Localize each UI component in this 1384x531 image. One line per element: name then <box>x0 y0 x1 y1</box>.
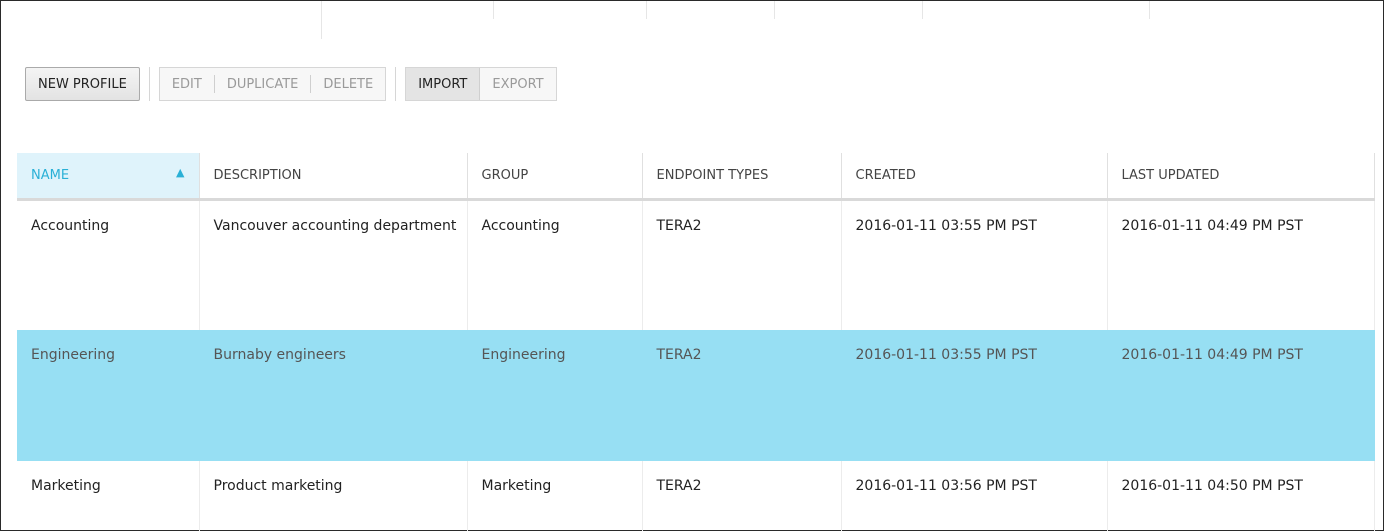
cell-description: Burnaby engineers <box>199 330 468 461</box>
column-header-last-updated[interactable]: LAST UPDATED <box>1107 153 1375 201</box>
sort-ascending-icon[interactable]: ▲ <box>176 166 184 179</box>
cell-created: 2016-01-11 03:56 PM PST <box>841 461 1108 531</box>
edit-button[interactable]: EDIT <box>160 68 214 100</box>
cell-endpoint-types: TERA2 <box>642 199 842 330</box>
column-header-group[interactable]: GROUP <box>467 153 643 201</box>
cell-description: Product marketing <box>199 461 468 531</box>
cell-group: Marketing <box>467 461 643 531</box>
cell-created: 2016-01-11 03:55 PM PST <box>841 330 1108 461</box>
toolbar-separator <box>148 67 150 101</box>
column-header-created[interactable]: CREATED <box>841 153 1108 201</box>
table-row-selected[interactable]: Engineering Burnaby engineers Engineerin… <box>17 330 1375 461</box>
cell-endpoint-types: TERA2 <box>642 330 842 461</box>
new-profile-button[interactable]: NEW PROFILE <box>25 67 140 101</box>
column-header-label: LAST UPDATED <box>1121 167 1220 183</box>
import-export-group: IMPORT EXPORT <box>405 67 557 101</box>
cell-name: Engineering <box>17 330 200 461</box>
cell-created: 2016-01-11 03:55 PM PST <box>841 199 1108 330</box>
cell-last-updated: 2016-01-11 04:49 PM PST <box>1107 330 1375 461</box>
table-row[interactable]: Accounting Vancouver accounting departme… <box>17 199 1375 330</box>
cell-endpoint-types: TERA2 <box>642 461 842 531</box>
duplicate-button[interactable]: DUPLICATE <box>215 68 311 100</box>
import-button[interactable]: IMPORT <box>406 68 481 100</box>
column-header-label: GROUP <box>481 167 529 183</box>
column-header-description[interactable]: DESCRIPTION <box>199 153 468 201</box>
cell-name: Accounting <box>17 199 200 330</box>
column-header-label: DESCRIPTION <box>213 167 302 183</box>
table-row[interactable]: Marketing Product marketing Marketing TE… <box>17 461 1375 531</box>
column-header-name[interactable]: NAME ▲ <box>17 153 200 201</box>
cell-group: Engineering <box>467 330 643 461</box>
cell-description: Vancouver accounting department <box>199 199 468 330</box>
export-button[interactable]: EXPORT <box>480 68 555 100</box>
edit-button-group: EDIT DUPLICATE DELETE <box>158 67 387 101</box>
top-divider-ticks <box>1 1 1383 41</box>
column-header-label: CREATED <box>855 167 916 183</box>
table-header-row: NAME ▲ DESCRIPTION GROUP ENDPOINT TYPES … <box>17 153 1375 201</box>
toolbar-separator <box>395 67 397 101</box>
column-header-endpoint-types[interactable]: ENDPOINT TYPES <box>642 153 842 201</box>
cell-name: Marketing <box>17 461 200 531</box>
cell-group: Accounting <box>467 199 643 330</box>
column-header-label: ENDPOINT TYPES <box>656 167 769 183</box>
delete-button[interactable]: DELETE <box>311 68 385 100</box>
profiles-table: NAME ▲ DESCRIPTION GROUP ENDPOINT TYPES … <box>17 153 1375 531</box>
column-header-label: NAME <box>31 167 70 183</box>
cell-last-updated: 2016-01-11 04:49 PM PST <box>1107 199 1375 330</box>
toolbar: NEW PROFILE EDIT DUPLICATE DELETE IMPORT… <box>25 67 557 101</box>
cell-last-updated: 2016-01-11 04:50 PM PST <box>1107 461 1375 531</box>
